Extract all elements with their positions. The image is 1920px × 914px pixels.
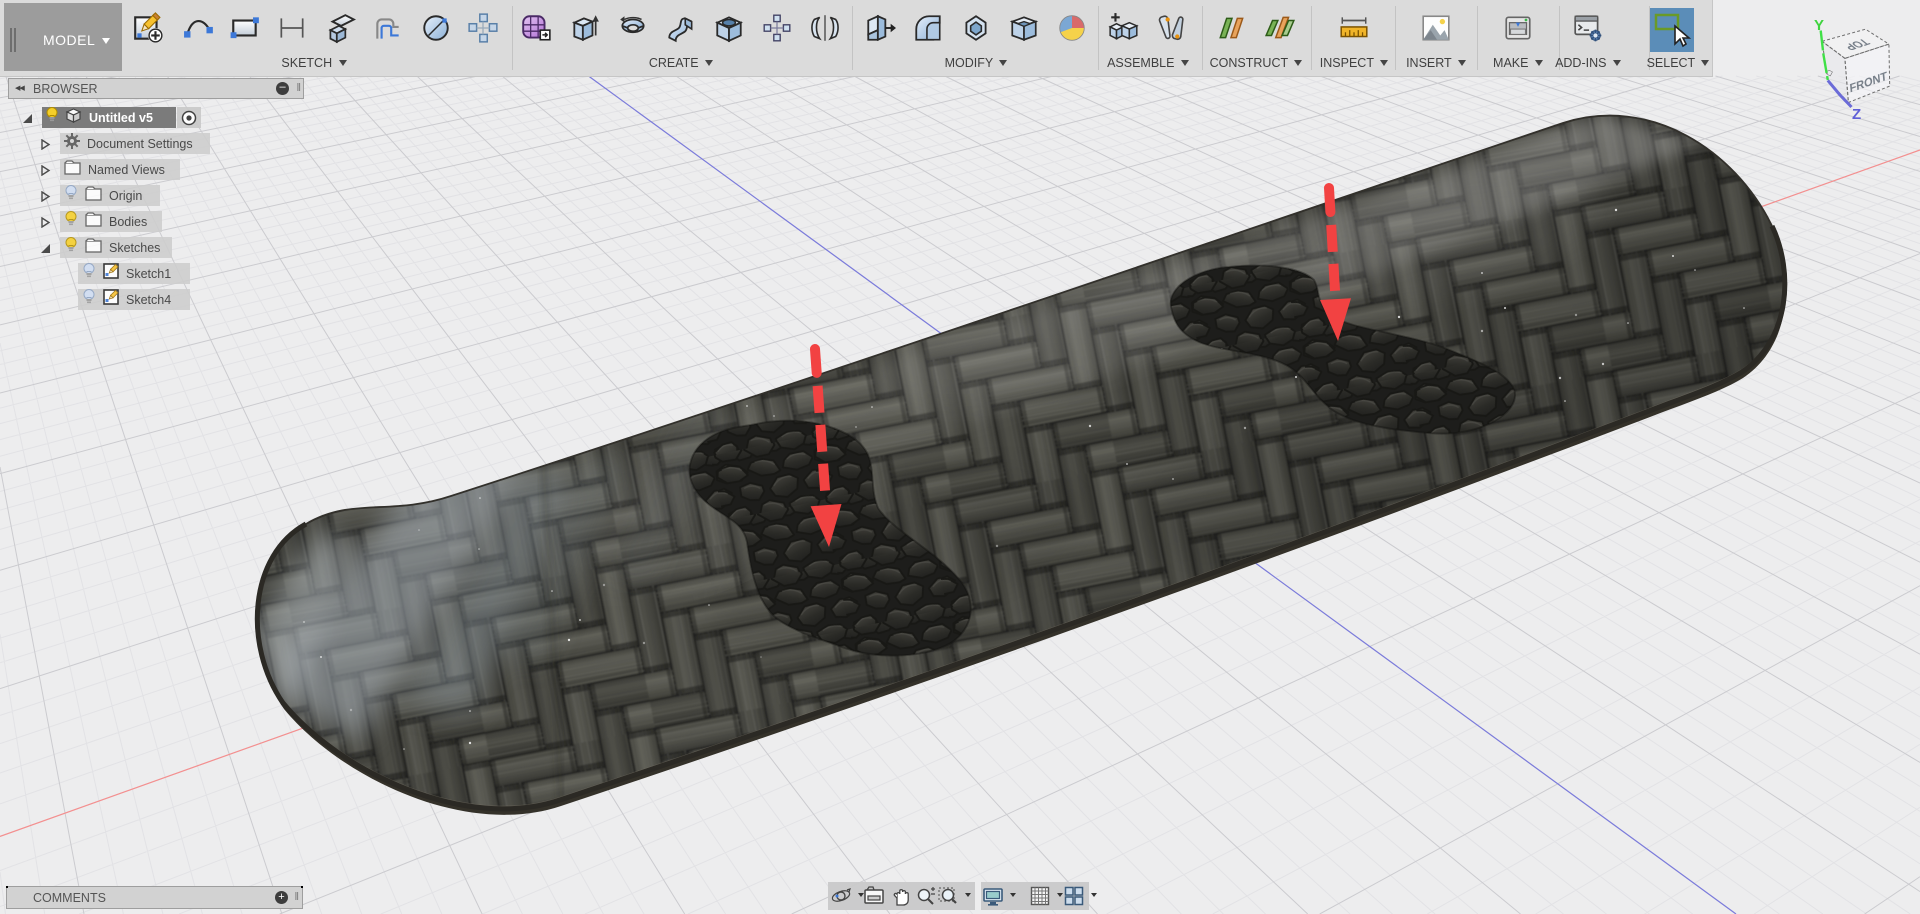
svg-text:Y: Y <box>1814 17 1824 34</box>
svg-text:Z: Z <box>1852 106 1861 123</box>
